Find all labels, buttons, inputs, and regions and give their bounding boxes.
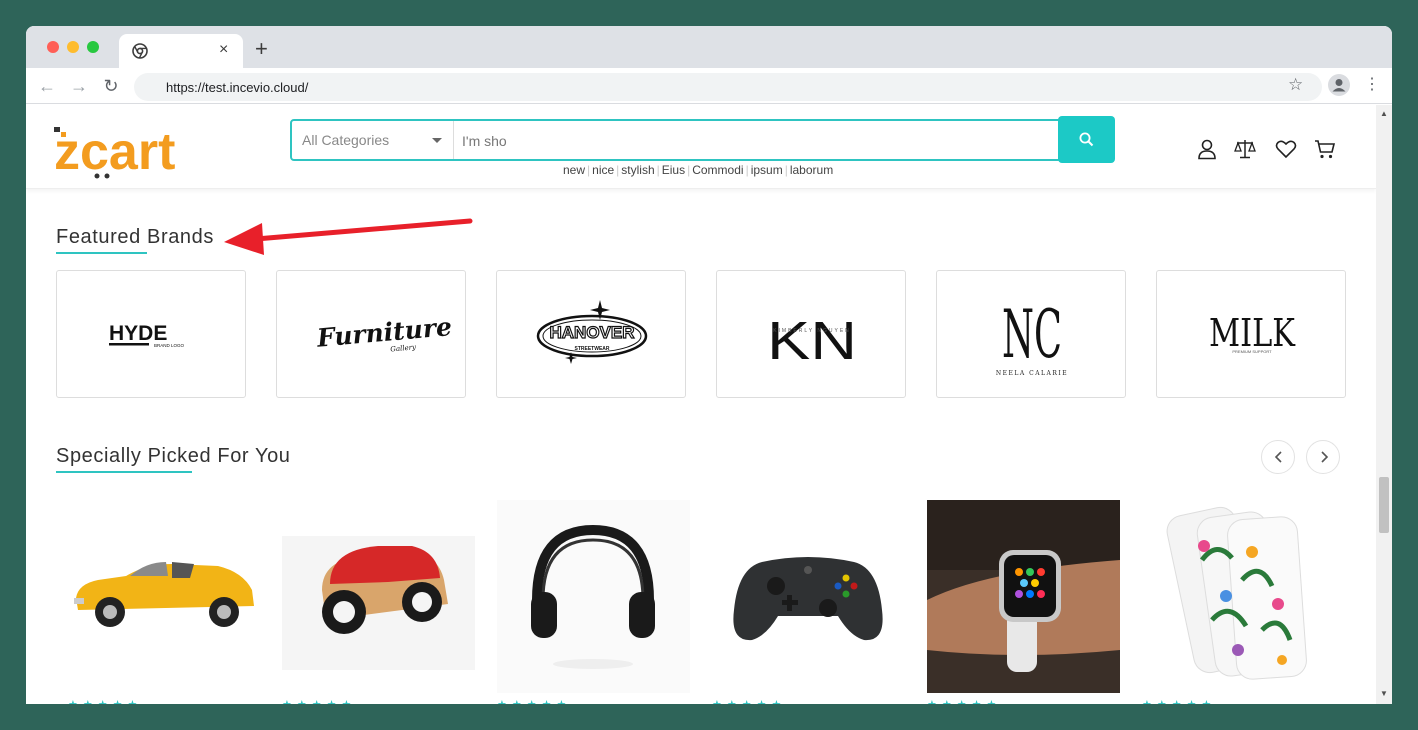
back-arrow-icon[interactable]: ← (36, 75, 58, 97)
caret-down-icon (432, 138, 442, 143)
rating-stars: ★★★★★ (927, 698, 1001, 704)
search-tag[interactable]: Commodi (690, 163, 745, 177)
minimize-window-button[interactable] (67, 41, 79, 53)
scroll-up-icon[interactable]: ▲ (1380, 109, 1388, 118)
site-header: zcart All Categories I'm sho new | nice | st… (26, 105, 1376, 189)
rating-stars: ★★★★★ (497, 698, 571, 704)
rating-stars: ★★★★★ (68, 698, 142, 704)
title-underline (56, 471, 192, 473)
milk-logo: MILK PREMIUM SUPPORT (1209, 311, 1295, 355)
browser-toolbar: ← → ↻ https://test.incevio.cloud/ ☆ ⋮ (26, 68, 1392, 104)
forward-arrow-icon[interactable]: → (68, 75, 90, 97)
search-button[interactable] (1058, 116, 1115, 163)
svg-text:KN: KN (767, 311, 857, 371)
search-tag[interactable]: stylish (619, 163, 656, 177)
maximize-window-button[interactable] (87, 41, 99, 53)
svg-text:NC: NC (1002, 296, 1062, 373)
user-icon[interactable] (1196, 138, 1218, 160)
furniture-logo: Furniture Gallery (315, 312, 453, 353)
cart-icon[interactable] (1314, 138, 1336, 160)
brand-card[interactable]: HANOVER STREETWEAR (496, 270, 686, 398)
browser-window: × + ← → ↻ https://test.incevio.cloud/ ☆ … (26, 26, 1392, 704)
bookmark-star-icon[interactable]: ☆ (1288, 76, 1303, 94)
featured-brands-title: Featured Brands (56, 226, 214, 248)
heart-icon[interactable] (1275, 138, 1297, 160)
kn-logo: KN KIMBERLY NGUYEN (767, 311, 857, 371)
page-scrollbar[interactable]: ▲ ▼ (1376, 105, 1392, 704)
menu-kebab-icon[interactable]: ⋮ (1364, 75, 1380, 95)
search-tag[interactable]: new (561, 163, 587, 177)
product-image-toy-car[interactable] (282, 500, 475, 693)
search-icon (1079, 132, 1094, 147)
tab-close-icon[interactable]: × (219, 40, 228, 60)
search-input[interactable]: I'm sho (462, 133, 507, 149)
brand-card[interactable]: NC NEELA CALARIE (936, 270, 1126, 398)
web-page: zcart All Categories I'm sho new | nice | st… (26, 105, 1376, 704)
search-tag[interactable]: Eius (660, 163, 687, 177)
svg-text:HANOVER: HANOVER (549, 323, 634, 342)
product-image-controller[interactable] (712, 500, 905, 693)
nc-logo: NC NEELA CALARIE (996, 296, 1068, 377)
url-text[interactable]: https://test.incevio.cloud/ (166, 80, 308, 95)
category-select-label: All Categories (302, 132, 390, 148)
new-tab-button[interactable]: + (255, 38, 268, 60)
brand-card[interactable]: HYDE BRAND LOGO (56, 270, 246, 398)
search-tags: new | nice | stylish | Eius | Commodi | ipsum | labo… (561, 163, 835, 177)
carousel-next-button[interactable] (1306, 440, 1340, 474)
svg-text:KIMBERLY NGUYEN: KIMBERLY NGUYEN (773, 328, 851, 334)
search-tag[interactable]: laborum (788, 163, 835, 177)
svg-text:PREMIUM SUPPORT: PREMIUM SUPPORT (1232, 349, 1272, 354)
browser-tab[interactable]: × (119, 34, 243, 68)
svg-text:zcart: zcart (54, 123, 175, 181)
scroll-thumb[interactable] (1379, 477, 1389, 533)
svg-text:STREETWEAR: STREETWEAR (575, 346, 610, 352)
svg-text:NEELA CALARIE: NEELA CALARIE (996, 370, 1068, 377)
rating-stars: ★★★★★ (712, 698, 786, 704)
product-image-yellow-car[interactable] (68, 500, 261, 693)
search-tag[interactable]: nice (590, 163, 616, 177)
brand-card[interactable]: Furniture Gallery (276, 270, 466, 398)
person-icon (1332, 79, 1346, 92)
chevron-left-icon (1274, 451, 1282, 463)
tab-strip: × + (26, 26, 1392, 68)
address-bar[interactable]: https://test.incevio.cloud/ (134, 73, 1322, 101)
reload-icon[interactable]: ↻ (100, 75, 122, 97)
red-annotation-arrow-icon (224, 218, 473, 255)
title-underline (56, 252, 147, 254)
brand-card[interactable]: KN KIMBERLY NGUYEN (716, 270, 906, 398)
zcart-logo[interactable]: zcart (54, 121, 224, 181)
svg-text:BRAND LOGO: BRAND LOGO (154, 343, 185, 348)
search-tag[interactable]: ipsum (749, 163, 785, 177)
svg-text:Gallery: Gallery (390, 343, 417, 353)
hyde-logo: HYDE BRAND LOGO (109, 322, 185, 348)
rating-stars: ★★★★★ (1142, 698, 1216, 704)
product-image-headphones[interactable] (497, 500, 690, 693)
svg-text:Furniture: Furniture (315, 312, 453, 353)
svg-text:HYDE: HYDE (109, 322, 167, 345)
chevron-right-icon (1321, 451, 1329, 463)
product-image-smartwatch[interactable] (927, 500, 1120, 693)
chrome-icon (132, 43, 148, 59)
specially-picked-title: Specially Picked For You (56, 445, 291, 467)
close-window-button[interactable] (47, 41, 59, 53)
profile-avatar[interactable] (1328, 74, 1350, 96)
scroll-down-icon[interactable]: ▼ (1380, 689, 1388, 698)
search-bar: All Categories I'm sho (290, 119, 1062, 161)
product-image-phone-cases[interactable] (1142, 500, 1335, 693)
category-select[interactable]: All Categories (292, 121, 454, 159)
carousel-prev-button[interactable] (1261, 440, 1295, 474)
rating-stars: ★★★★★ (282, 698, 356, 704)
compare-scale-icon[interactable] (1234, 138, 1256, 160)
brand-card[interactable]: MILK PREMIUM SUPPORT (1156, 270, 1346, 398)
hanover-logo: HANOVER STREETWEAR (536, 300, 648, 364)
